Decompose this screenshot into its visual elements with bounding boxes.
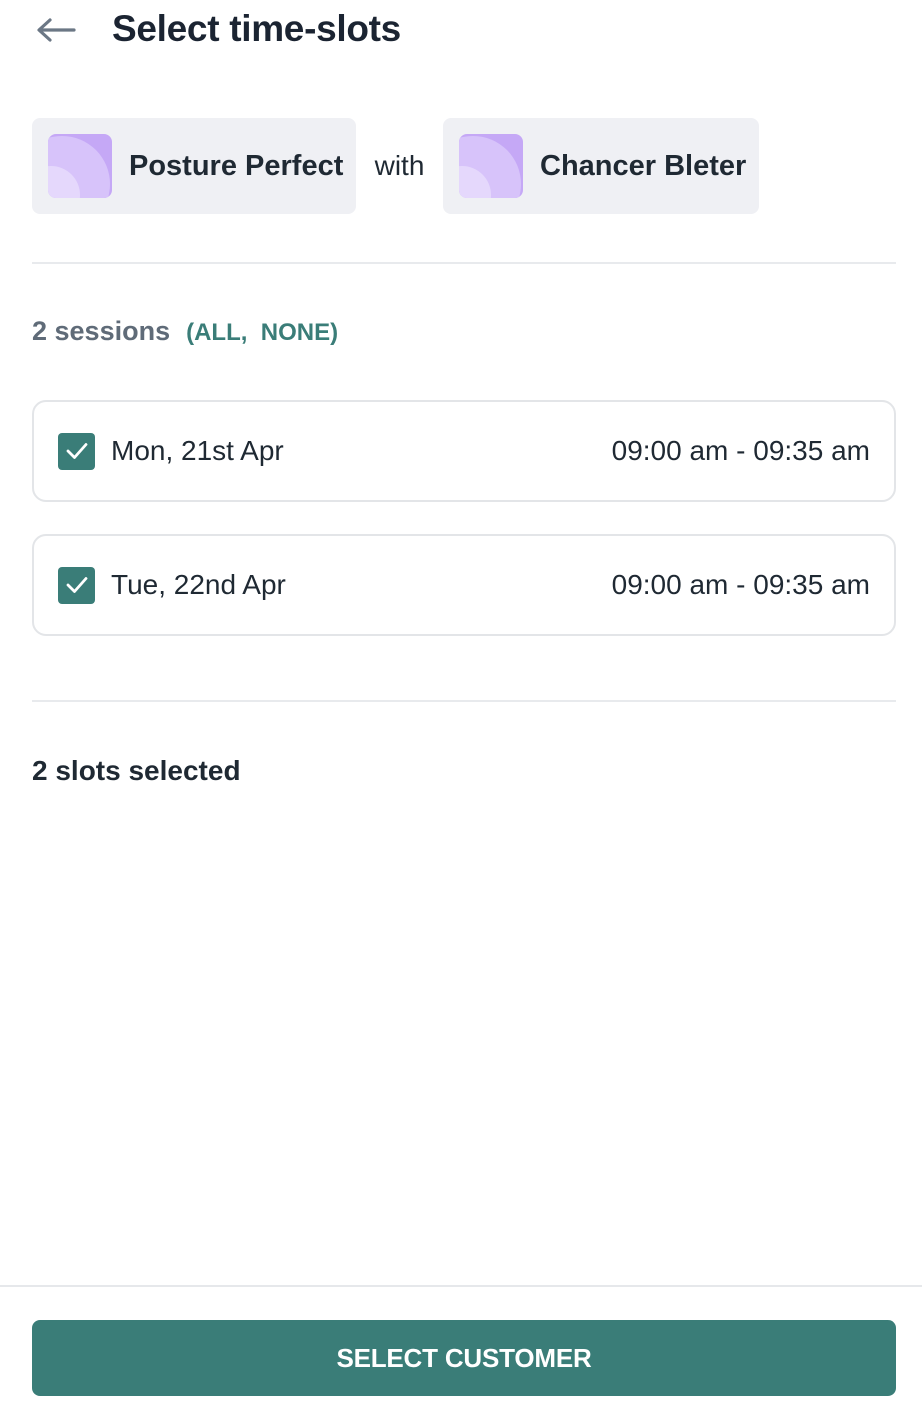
select-links: (ALL, NONE) [186, 319, 338, 347]
sessions-header: 2 sessions (ALL, NONE) [32, 316, 338, 347]
time-slot-selection-page: Select time-slots Posture Perfect with C… [0, 0, 922, 1416]
slot-checkbox[interactable] [58, 566, 95, 604]
separator: , [240, 319, 248, 346]
checkmark-icon [66, 577, 87, 593]
service-thumbnail [48, 134, 112, 198]
divider [32, 700, 896, 702]
with-connector: with [374, 150, 425, 181]
back-button[interactable] [30, 10, 82, 50]
page-title: Select time-slots [112, 8, 401, 49]
open-paren: ( [186, 319, 195, 346]
slot-row[interactable]: Tue, 22nd Apr 09:00 am - 09:35 am [32, 534, 896, 636]
sessions-count: 2 sessions [32, 316, 171, 346]
divider [32, 262, 896, 264]
select-all-link[interactable]: ALL [194, 319, 241, 346]
slot-row[interactable]: Mon, 21st Apr 09:00 am - 09:35 am [32, 400, 896, 502]
staff-name: Chancer Bleter [540, 149, 747, 182]
staff-chip[interactable]: Chancer Bleter [443, 118, 759, 214]
staff-thumbnail [459, 134, 523, 198]
slot-date: Tue, 22nd Apr [111, 569, 286, 600]
close-paren: ) [330, 319, 339, 346]
header: Select time-slots [0, 0, 922, 64]
slot-checkbox[interactable] [58, 432, 95, 470]
slot-date: Mon, 21st Apr [111, 435, 284, 466]
booking-summary: Posture Perfect with Chancer Bleter [32, 118, 759, 214]
service-name: Posture Perfect [129, 149, 344, 182]
arrow-left-icon [37, 18, 76, 42]
footer-divider [0, 1285, 922, 1287]
service-chip[interactable]: Posture Perfect [32, 118, 356, 214]
select-none-link[interactable]: NONE [261, 319, 330, 346]
checkmark-icon [66, 443, 87, 459]
slot-time: 09:00 am - 09:35 am [611, 569, 870, 600]
select-customer-button[interactable]: SELECT CUSTOMER [32, 1320, 896, 1396]
slots-selected-summary: 2 slots selected [32, 755, 241, 786]
slot-time: 09:00 am - 09:35 am [611, 435, 870, 466]
